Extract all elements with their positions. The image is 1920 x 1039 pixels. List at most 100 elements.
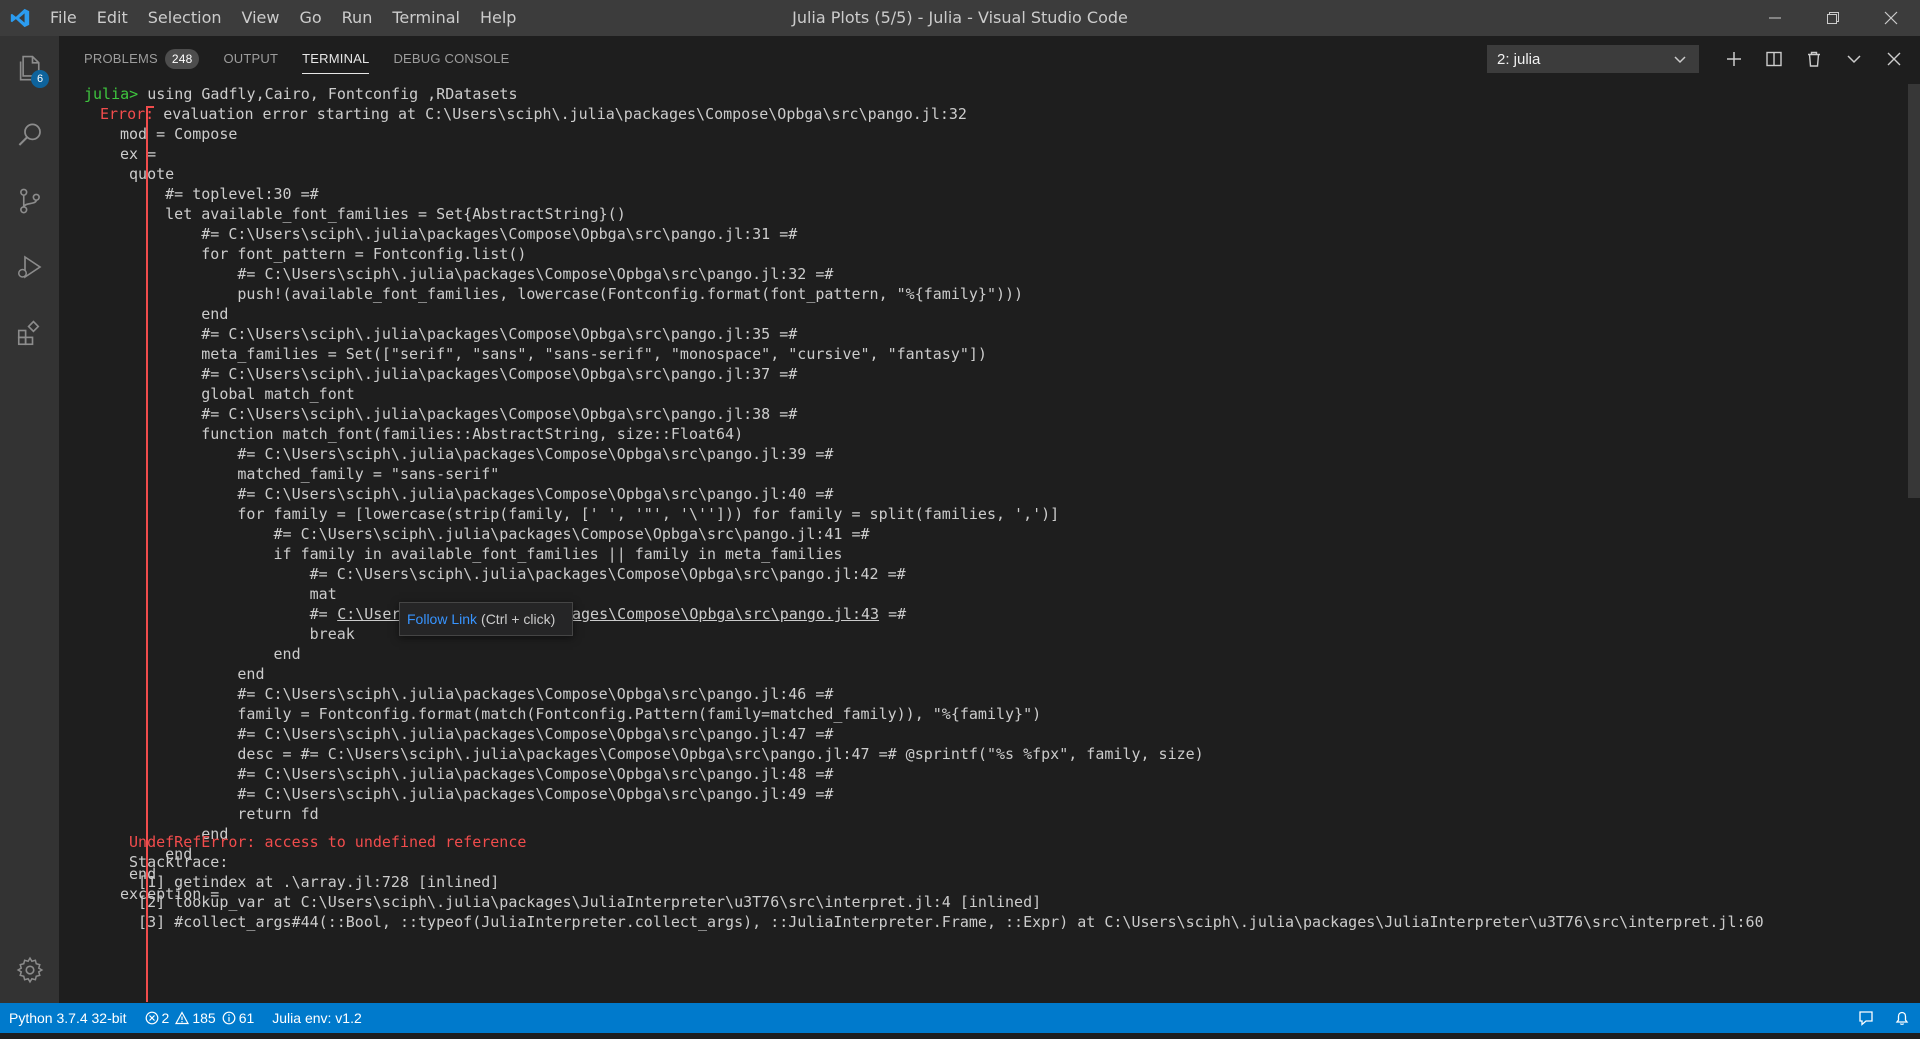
trash-icon [1808,51,1820,67]
terminal-code-line: mat [120,585,337,603]
feedback-button[interactable] [1848,1003,1884,1033]
menu-go[interactable]: Go [289,0,331,36]
menu-selection[interactable]: Selection [138,0,232,36]
notifications-button[interactable] [1884,1003,1920,1033]
terminal-scrollbar[interactable] [1908,84,1920,498]
terminal-code-line: for family = [lowercase(strip(family, ['… [120,505,1060,523]
menu-edit[interactable]: Edit [87,0,138,36]
exception-error-line: UndefRefError: access to undefined refer… [120,832,526,852]
warning-icon [175,1011,190,1025]
terminal-code-line: mod = Compose [120,125,238,143]
bottom-panel: PROBLEMS 248 OUTPUT TERMINAL DEBUG CONSO… [59,36,1920,1003]
search-button[interactable] [0,102,59,168]
minimize-button[interactable] [1746,0,1804,36]
terminal-selector-dropdown[interactable]: 2: julia [1487,45,1699,73]
close-icon [1887,52,1901,66]
tab-problems[interactable]: PROBLEMS 248 [84,36,200,82]
close-icon [1884,11,1898,25]
menu-view[interactable]: View [232,0,290,36]
tab-label: DEBUG CONSOLE [393,51,510,66]
restore-icon [1827,12,1839,24]
feedback-icon [1859,1011,1873,1026]
search-icon [18,123,41,146]
terminal-output[interactable]: julia> using Gadfly,Cairo, Fontconfig ,R… [84,82,1914,1002]
split-icon [1766,51,1782,67]
julia-prompt: julia> [84,85,139,103]
close-window-button[interactable] [1862,0,1920,36]
menu-run[interactable]: Run [332,0,383,36]
maximize-panel-button[interactable] [1834,45,1874,73]
chevron-down-icon [1674,56,1686,64]
tooltip-follow-link[interactable]: Follow Link [407,611,477,627]
explorer-badge: 6 [31,70,49,88]
problems-count-badge: 248 [164,49,200,69]
julia-env-status[interactable]: Julia env: v1.2 [263,1003,371,1033]
terminal-code-line: end [120,665,265,683]
menu-terminal[interactable]: Terminal [382,0,470,36]
menu-help[interactable]: Help [470,0,526,36]
terminal-code-line: function match_font(families::AbstractSt… [120,425,744,443]
source-control-button[interactable] [0,168,59,234]
error-message: evaluation error starting at C:\Users\sc… [154,105,967,123]
terminal-code-line: let available_font_families = Set{Abstra… [120,205,626,223]
terminal-code-line: #= C:\Users\sciph\.julia\packages\Compos… [120,445,834,463]
plus-icon [1727,52,1741,66]
terminal-prompt-line: julia> using Gadfly,Cairo, Fontconfig ,R… [84,84,517,104]
tab-label: TERMINAL [302,51,370,66]
stacktrace-line: [3] #collect_args#44(::Bool, ::typeof(Ju… [120,913,1764,931]
terminal-code-line: #= C:\Users\sciph\.julia\packages\Compos… [120,565,906,583]
status-bar: Python 3.7.4 32-bit 2 185 61 Julia env: … [0,1003,1920,1033]
tab-label: PROBLEMS [84,51,158,66]
menu-bar: File Edit Selection View Go Run Terminal… [40,0,526,36]
bell-icon [1895,1011,1909,1025]
close-panel-button[interactable] [1874,45,1914,73]
extensions-icon [17,320,39,346]
errors-count: 2 [161,1010,170,1026]
terminal-code-line: meta_families = Set(["serif", "sans", "s… [120,345,987,363]
tab-terminal[interactable]: TERMINAL [302,36,370,82]
exception-error: UndefRefError: access to undefined refer… [120,833,527,851]
menu-file[interactable]: File [40,0,87,36]
activity-bar: 6 [0,36,59,1003]
terminal-code-line: #= C:\Users\sciph\.julia\packages\Compos… [120,225,798,243]
minimize-icon [1769,17,1781,19]
terminal-code-line: #= C:\Users\sciph\.julia\packages\Compos… [120,525,870,543]
panel-header: PROBLEMS 248 OUTPUT TERMINAL DEBUG CONSO… [59,36,1920,82]
follow-link-tooltip: Follow Link (Ctrl + click) [399,602,573,636]
manage-button[interactable] [0,937,59,1003]
run-debug-icon [17,255,41,279]
tooltip-hint: (Ctrl + click) [481,611,556,627]
vscode-logo-icon [0,0,40,36]
terminal-code-line: #= C:\Users\sciph\.julia\packages\Compos… [120,365,798,383]
stacktrace-label: Stacktrace: [120,853,229,871]
explorer-button[interactable]: 6 [0,36,59,102]
restore-button[interactable] [1804,0,1862,36]
source-control-icon [19,188,40,214]
split-terminal-button[interactable] [1754,45,1794,73]
error-gutter-tick [146,106,154,108]
python-interpreter-status[interactable]: Python 3.7.4 32-bit [0,1003,136,1033]
tab-debug-console[interactable]: DEBUG CONSOLE [393,36,509,82]
terminal-code-line: matched_family = "sans-serif" [120,465,500,483]
extensions-button[interactable] [0,300,59,366]
terminal-code-line: #= [120,605,337,623]
terminal-code-line: #= C:\Users\sciph\.julia\packages\Compos… [120,725,834,743]
error-circle-icon [145,1011,158,1025]
infos-count: 61 [238,1010,255,1026]
chevron-down-icon [1847,55,1861,64]
kill-terminal-button[interactable] [1794,45,1834,73]
new-terminal-button[interactable] [1714,45,1754,73]
window-controls [1746,0,1920,36]
terminal-code-line: desc = #= C:\Users\sciph\.julia\packages… [120,745,1204,763]
terminal-error-line: Error: evaluation error starting at C:\U… [100,104,967,124]
terminal-code-line: break [120,625,355,643]
info-icon [222,1011,236,1025]
warnings-count: 185 [192,1010,216,1026]
terminal-code-line: #= C:\Users\sciph\.julia\packages\Compos… [120,785,834,803]
run-debug-button[interactable] [0,234,59,300]
problems-status[interactable]: 2 185 61 [136,1003,264,1033]
tab-output[interactable]: OUTPUT [223,36,278,82]
terminal-code-line: end [120,305,229,323]
terminal-code-line: #= C:\Users\sciph\.julia\packages\Compos… [120,485,834,503]
terminal-code-line: #= C:\Users\sciph\.julia\packages\Compos… [120,685,834,703]
